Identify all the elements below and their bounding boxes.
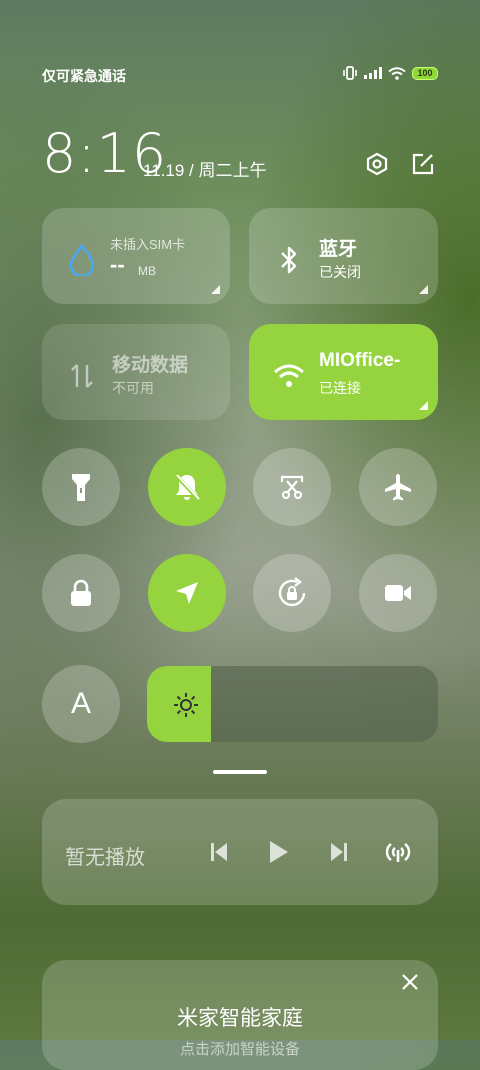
media-status: 暂无播放 (65, 847, 145, 869)
panel-drag-handle[interactable] (213, 770, 267, 774)
rotation-lock-toggle[interactable] (253, 554, 331, 632)
lock-toggle[interactable] (42, 554, 120, 632)
data-arrows-icon (64, 358, 100, 394)
previous-icon[interactable] (202, 835, 236, 869)
airplane-toggle[interactable] (359, 448, 437, 526)
signal-icon (364, 67, 382, 79)
expand-corner-icon (419, 285, 428, 294)
screen-record-toggle[interactable] (359, 554, 437, 632)
next-icon[interactable] (322, 835, 356, 869)
wifi-title: MIOffice- (319, 350, 401, 371)
data-usage-value: -- (110, 252, 125, 277)
mobile-data-title: 移动数据 (112, 355, 189, 376)
edit-icon[interactable] (409, 150, 437, 178)
screenshot-toggle[interactable] (253, 448, 331, 526)
lock-icon (71, 579, 91, 606)
location-toggle[interactable] (148, 554, 226, 632)
video-camera-icon (385, 585, 411, 601)
wifi-status: 已连接 (319, 380, 361, 396)
battery-level: 100 (417, 68, 433, 78)
smart-home-card[interactable]: 米家智能家庭 点击添加智能设备 (42, 960, 438, 1070)
cast-icon[interactable] (381, 835, 415, 869)
flashlight-toggle[interactable] (42, 448, 120, 526)
battery-icon: 100 (412, 66, 438, 80)
data-usage-unit: MB (138, 264, 156, 278)
sun-icon (173, 692, 199, 718)
data-usage-tile[interactable]: 未插入SIM卡 -- MB (42, 208, 230, 304)
bluetooth-title: 蓝牙 (319, 239, 358, 260)
bell-off-icon (174, 473, 200, 501)
play-icon[interactable] (261, 835, 295, 869)
flashlight-icon (72, 474, 90, 501)
navigation-icon (176, 582, 198, 604)
clock-date: 11.19 / 周二上午 (143, 161, 267, 180)
airplane-icon (385, 474, 411, 501)
scissors-icon (280, 475, 304, 500)
rotation-lock-icon (278, 577, 306, 607)
bluetooth-icon (271, 242, 307, 278)
vibrate-icon (343, 66, 357, 80)
expand-corner-icon (211, 285, 220, 294)
auto-brightness-toggle[interactable]: A (42, 665, 120, 743)
water-drop-icon (64, 242, 100, 278)
auto-brightness-label: A (70, 687, 91, 720)
wifi-tile[interactable]: MIOffice- 已连接 (249, 324, 438, 420)
settings-icon[interactable] (363, 150, 391, 178)
brightness-slider[interactable] (147, 666, 438, 742)
media-player-card: 暂无播放 (42, 799, 438, 905)
close-icon[interactable] (400, 972, 420, 992)
mobile-data-tile[interactable]: 移动数据 不可用 (42, 324, 230, 420)
bluetooth-tile[interactable]: 蓝牙 已关闭 (249, 208, 438, 304)
smart-home-title: 米家智能家庭 (177, 1007, 303, 1030)
mobile-data-status: 不可用 (112, 380, 154, 396)
status-icons: 100 (342, 66, 438, 80)
wifi-icon (388, 66, 406, 80)
mute-toggle[interactable] (148, 448, 226, 526)
sim-label: 未插入SIM卡 (110, 237, 186, 252)
smart-home-subtitle: 点击添加智能设备 (179, 1041, 300, 1058)
wifi-icon (271, 358, 307, 394)
expand-corner-icon (419, 401, 428, 410)
bluetooth-status: 已关闭 (319, 264, 361, 280)
status-carrier-text: 仅可紧急通话 (42, 68, 126, 84)
